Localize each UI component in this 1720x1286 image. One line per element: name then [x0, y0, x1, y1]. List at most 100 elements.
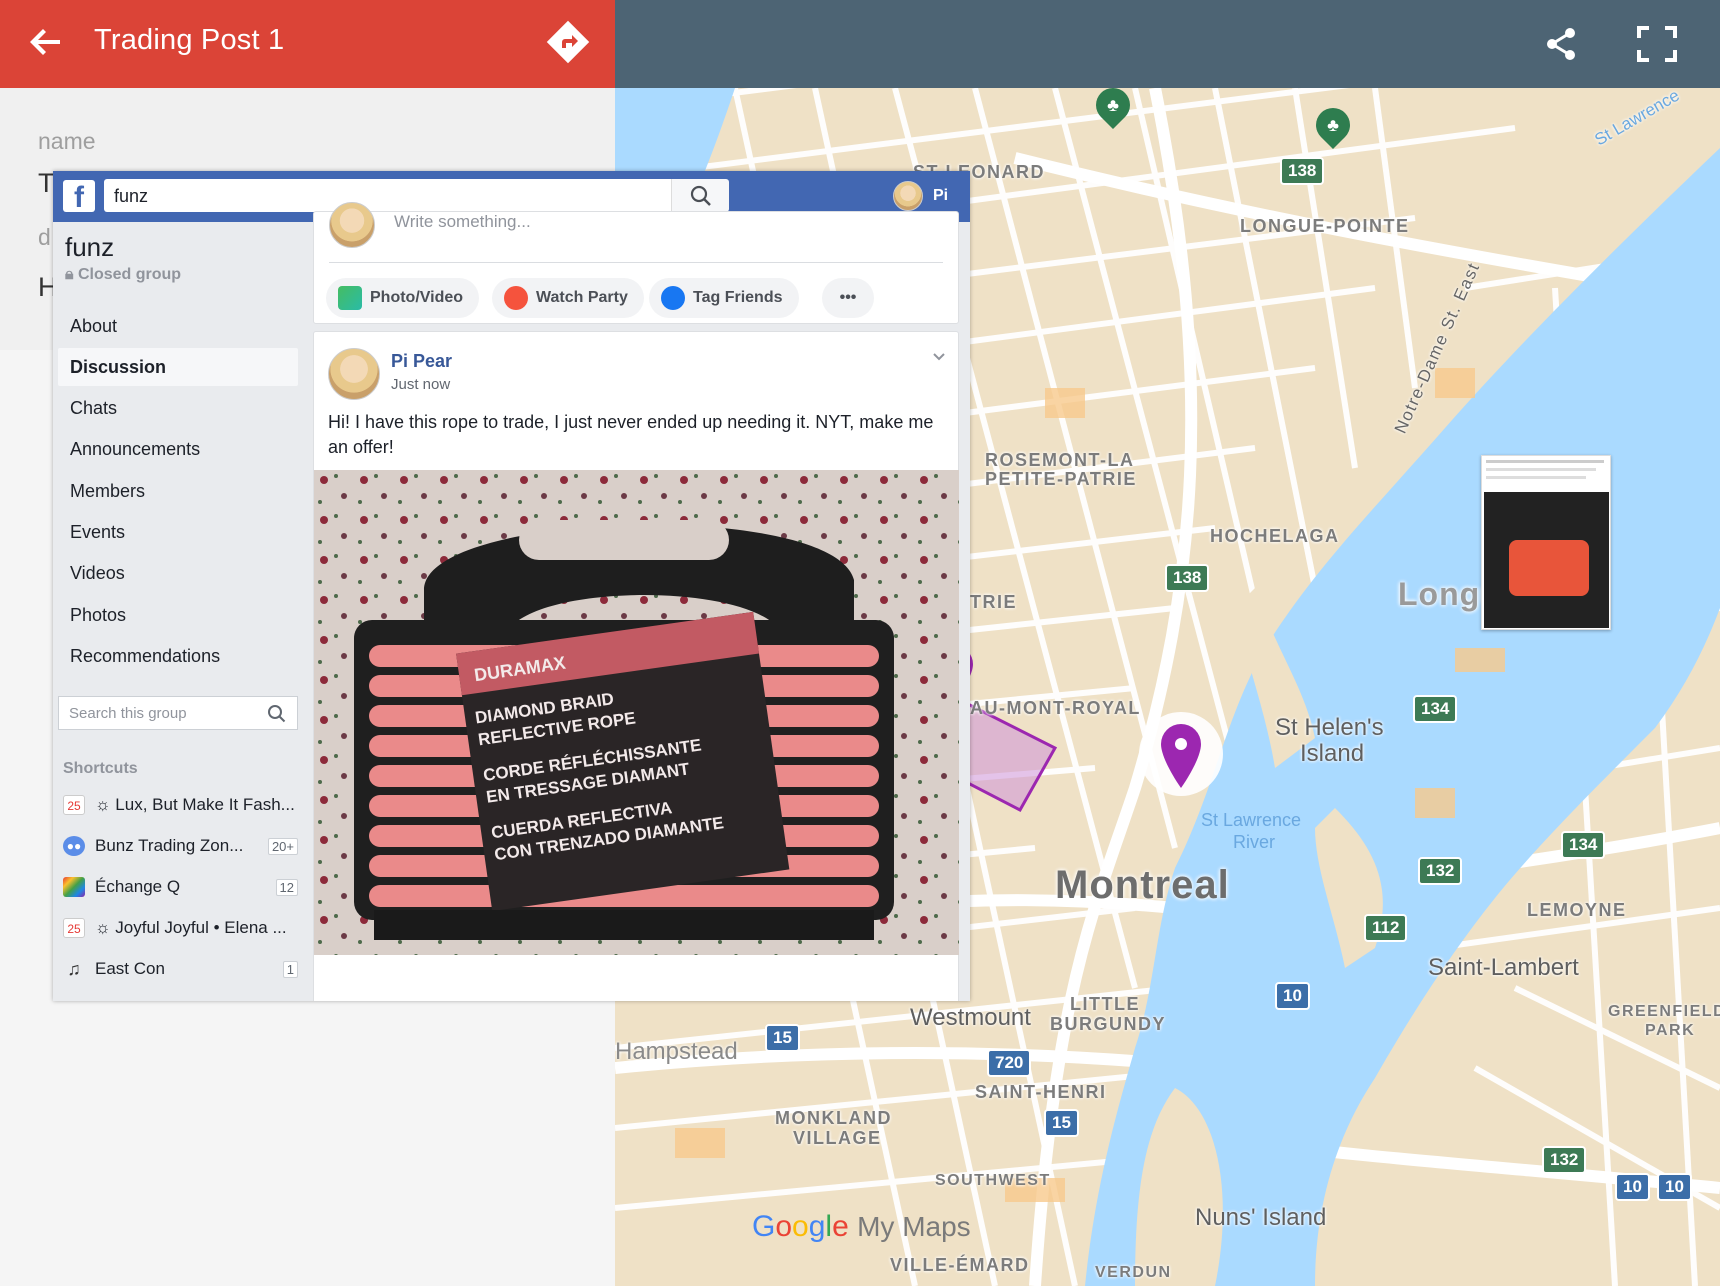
- route-shield: 132: [1418, 857, 1463, 885]
- post-text: Hi! I have this rope to trade, I just ne…: [328, 412, 934, 457]
- place-label: Island: [1300, 740, 1365, 767]
- map-label: PETITE-PATRIE: [985, 469, 1137, 489]
- map-label: PARK: [1645, 1022, 1696, 1039]
- search-value: funz: [114, 186, 149, 206]
- route-shield: 134: [1413, 695, 1458, 723]
- nav-about[interactable]: About: [58, 307, 298, 345]
- name-label: name: [38, 128, 96, 154]
- map-label: LEMOYNE: [1527, 900, 1627, 920]
- facebook-logo-icon[interactable]: f: [63, 180, 95, 214]
- nav-announcements[interactable]: Announcements: [58, 430, 298, 468]
- route-shield: 112: [1364, 914, 1408, 942]
- route-shield: 10: [1275, 982, 1310, 1010]
- nav-chats[interactable]: Chats: [58, 389, 298, 427]
- map-label: VERDUN: [1095, 1264, 1172, 1281]
- post-composer: Write something... Photo/Video Watch Par…: [313, 202, 959, 324]
- shortcut-item[interactable]: 25 ☼ Joyful Joyful • Elena ...: [63, 911, 298, 945]
- nav-discussion[interactable]: Discussion: [58, 348, 298, 386]
- thumbnail-text-line: [1486, 476, 1586, 479]
- description-label: d: [38, 224, 51, 250]
- route-shield: 15: [1044, 1109, 1079, 1137]
- lock-icon: 🔒︎: [65, 266, 78, 283]
- nav-videos[interactable]: Videos: [58, 554, 298, 592]
- search-icon[interactable]: [671, 179, 729, 212]
- rainbow-icon: [63, 877, 85, 897]
- popcorn-icon: [504, 286, 528, 310]
- avatar: [329, 202, 375, 248]
- share-icon[interactable]: [1543, 26, 1579, 62]
- map-label: LITTLE: [1070, 994, 1140, 1014]
- shortcut-item[interactable]: ●● Bunz Trading Zon... 20+: [63, 829, 298, 863]
- detail-header: Trading Post 1: [0, 0, 615, 88]
- group-search-input[interactable]: Search this group: [58, 696, 298, 730]
- feed-post: Pi Pear Just now Hi! I have this rope to…: [313, 331, 959, 1001]
- thumbnail-image: [1484, 492, 1609, 628]
- post-thumbnail[interactable]: [1481, 455, 1611, 630]
- group-privacy: 🔒︎ Closed group: [65, 266, 182, 283]
- water-label: River: [1233, 832, 1276, 852]
- shortcut-item[interactable]: Échange Q 12: [63, 870, 298, 904]
- facebook-screenshot-overlay: f funz Pi funz 🔒︎ Closed group About Dis…: [53, 171, 970, 1001]
- route-shield: 10: [1657, 1173, 1692, 1201]
- place-label: Nuns' Island: [1195, 1204, 1327, 1231]
- directions-icon[interactable]: [546, 20, 590, 64]
- map-label: BURGUNDY: [1050, 1014, 1167, 1034]
- water-label: St Lawrence: [1201, 810, 1302, 830]
- route-shield: 15: [765, 1024, 800, 1052]
- avatar[interactable]: [328, 348, 380, 400]
- more-options-button[interactable]: •••: [822, 278, 874, 318]
- thumbnail-text-line: [1486, 460, 1604, 463]
- map-label: ROSEMONT-LA: [985, 450, 1135, 470]
- group-name[interactable]: funz: [65, 232, 114, 263]
- nav-members[interactable]: Members: [58, 472, 298, 510]
- facebook-search-input[interactable]: funz: [104, 179, 729, 212]
- map-label: HOCHELAGA: [1210, 526, 1340, 546]
- chevron-down-icon[interactable]: [932, 350, 946, 364]
- calendar-icon: 25: [63, 918, 85, 938]
- post-timestamp[interactable]: Just now: [391, 376, 450, 393]
- post-author[interactable]: Pi Pear: [391, 351, 452, 372]
- fullscreen-icon[interactable]: [1637, 26, 1677, 62]
- search-icon[interactable]: [267, 704, 287, 724]
- watch-party-button[interactable]: Watch Party: [492, 278, 644, 318]
- shortcuts-heading: Shortcuts: [63, 760, 138, 777]
- calendar-icon: 25: [63, 795, 85, 815]
- place-label: Saint-Lambert: [1428, 954, 1579, 981]
- google-my-maps-logo: Google My Maps: [752, 1210, 971, 1243]
- shortcut-item[interactable]: 25 ☼ Lux, But Make It Fash...: [63, 788, 298, 822]
- place-label: Hampstead: [615, 1038, 738, 1065]
- map-label: VILLAGE: [793, 1128, 882, 1148]
- tag-friends-icon: [661, 286, 685, 310]
- user-profile-link[interactable]: Pi: [893, 180, 948, 212]
- map-label: LONGUE-POINTE: [1240, 216, 1410, 236]
- route-shield: 10: [1615, 1173, 1650, 1201]
- rope-photo: DURAMAX DIAMOND BRAID REFLECTIVE ROPE CO…: [314, 470, 959, 955]
- map-header: [615, 0, 1720, 88]
- rope-spool-shape: [1509, 540, 1589, 596]
- post-photo[interactable]: DURAMAX DIAMOND BRAID REFLECTIVE ROPE CO…: [314, 470, 959, 955]
- route-shield: 138: [1165, 564, 1210, 592]
- thumbnail-text-line: [1486, 468, 1596, 471]
- nav-recommendations[interactable]: Recommendations: [58, 637, 298, 675]
- feature-title: Trading Post 1: [94, 24, 285, 56]
- map-label: VILLE-ÉMARD: [890, 1255, 1030, 1275]
- photo-icon: [338, 286, 362, 310]
- avatar: [893, 181, 923, 211]
- route-shield: 720: [987, 1049, 1032, 1077]
- nav-events[interactable]: Events: [58, 513, 298, 551]
- city-label: Montreal: [1055, 863, 1230, 907]
- map-label: TRIE: [970, 592, 1018, 612]
- photo-video-button[interactable]: Photo/Video: [326, 278, 480, 318]
- shortcut-item[interactable]: ♫ East Con 1: [63, 952, 298, 986]
- user-name: Pi: [933, 187, 949, 204]
- ellipsis-icon: •••: [839, 289, 857, 306]
- route-shield: 138: [1280, 157, 1325, 185]
- tag-friends-button[interactable]: Tag Friends: [649, 278, 799, 318]
- composer-input[interactable]: Write something...: [394, 212, 531, 232]
- route-shield: 132: [1542, 1146, 1587, 1174]
- nav-photos[interactable]: Photos: [58, 596, 298, 634]
- place-label: Westmount: [910, 1004, 1031, 1031]
- back-arrow-icon[interactable]: [26, 22, 66, 62]
- route-shield: 134: [1561, 831, 1606, 859]
- group-sidebar: funz 🔒︎ Closed group About Discussion Ch…: [53, 222, 303, 1001]
